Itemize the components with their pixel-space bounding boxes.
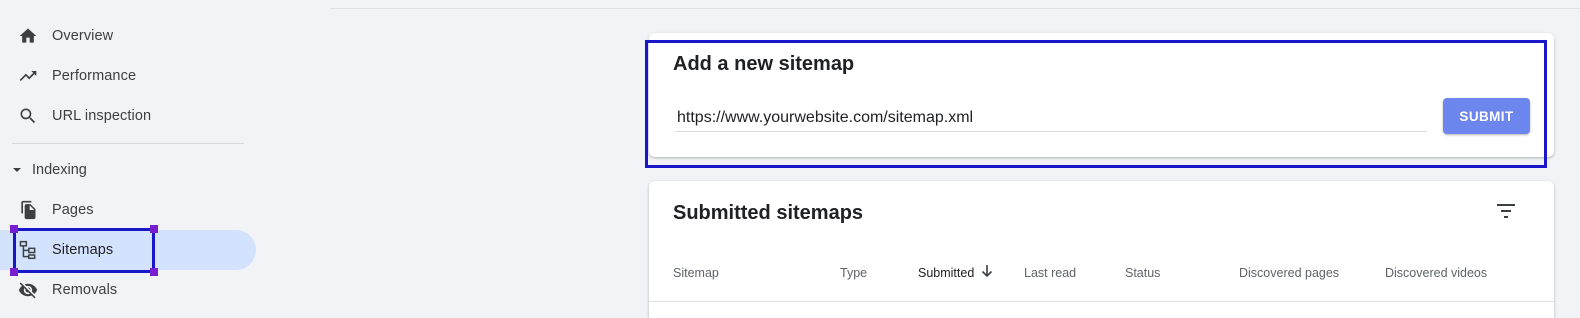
- caret-down-icon: [13, 168, 21, 172]
- sidebar-item-overview[interactable]: Overview: [0, 16, 256, 56]
- sidebar-divider: [12, 143, 244, 144]
- header-divider: [330, 8, 1580, 9]
- filter-icon[interactable]: [1495, 201, 1517, 221]
- column-header-type[interactable]: Type: [840, 266, 867, 280]
- submit-button[interactable]: SUBMIT: [1443, 98, 1530, 134]
- column-header-sitemap[interactable]: Sitemap: [673, 266, 719, 280]
- trending-up-icon: [19, 71, 37, 81]
- column-header-submitted[interactable]: Submitted: [918, 266, 974, 280]
- sitemap-url-input[interactable]: [675, 104, 1427, 132]
- selection-handle: [150, 225, 158, 233]
- selection-handle: [10, 225, 18, 233]
- sidebar-section-indexing[interactable]: Indexing: [0, 156, 240, 184]
- column-header-discovered-videos[interactable]: Discovered videos: [1385, 266, 1487, 280]
- eye-off-icon: [18, 282, 38, 299]
- arrow-down-icon[interactable]: [980, 263, 994, 279]
- table-header-divider: [649, 301, 1554, 302]
- sidebar-item-label: Pages: [52, 202, 94, 218]
- sidebar-item-removals[interactable]: Removals: [0, 270, 256, 310]
- column-header-discovered-pages[interactable]: Discovered pages: [1239, 266, 1339, 280]
- sidebar-item-label: URL inspection: [52, 108, 152, 124]
- submitted-sitemaps-title: Submitted sitemaps: [673, 202, 864, 224]
- sidebar-item-url-inspection[interactable]: URL inspection: [0, 96, 256, 136]
- add-sitemap-title: Add a new sitemap: [673, 53, 855, 75]
- sidebar-item-label: Removals: [52, 282, 118, 298]
- home-icon: [19, 28, 37, 43]
- column-header-status[interactable]: Status: [1125, 266, 1160, 280]
- search-icon: [20, 108, 36, 124]
- sidebar-item-performance[interactable]: Performance: [0, 56, 256, 96]
- sitemaps-highlight-box: [13, 228, 155, 273]
- sidebar: Overview Performance URL inspection Inde…: [0, 0, 262, 318]
- column-header-last-read[interactable]: Last read: [1024, 266, 1076, 280]
- sidebar-item-pages[interactable]: Pages: [0, 190, 256, 230]
- sidebar-item-label: Performance: [52, 68, 137, 84]
- sidebar-section-label: Indexing: [32, 162, 87, 178]
- sidebar-item-label: Overview: [52, 28, 114, 44]
- pages-icon: [21, 200, 36, 220]
- selection-handle: [150, 268, 158, 276]
- selection-handle: [10, 268, 18, 276]
